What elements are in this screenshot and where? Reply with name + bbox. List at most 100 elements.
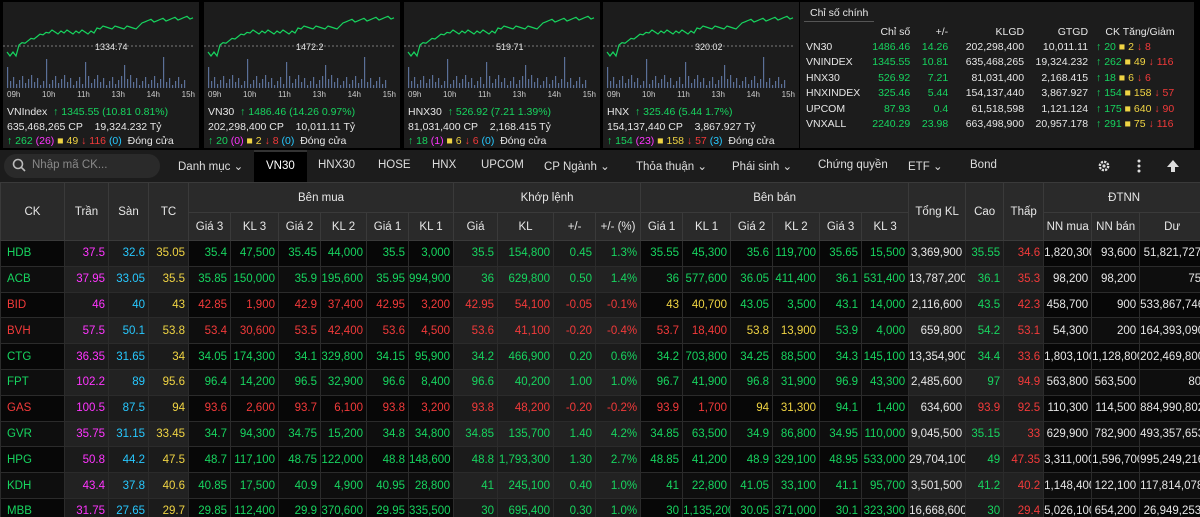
volume-bar (555, 76, 557, 88)
stock-symbol[interactable]: ACB (0, 265, 65, 293)
gear-icon[interactable] (1097, 159, 1111, 173)
cell: 40.9 (278, 472, 321, 499)
time-tick: 14h (547, 90, 561, 99)
arrow-up-icon[interactable] (1166, 159, 1180, 173)
volume-bar (31, 75, 33, 88)
volume-bar (444, 81, 446, 88)
tab-danh-muc[interactable]: Danh mục ⌄ (178, 159, 243, 173)
cell: 659,800 (908, 317, 967, 345)
stock-symbol[interactable]: MBB (0, 497, 65, 517)
stock-row[interactable]: HDB 37.5 32.6 35.05 35.4 47,500 35.45 44,000 35.… (0, 240, 1200, 267)
cell: -0.20 (553, 317, 597, 345)
cell: 43,300 (861, 368, 910, 396)
tab-etf[interactable]: ETF ⌄ (908, 159, 943, 173)
chart-hnx[interactable]: 320.02 09h 10h 11h 13h 14h 15h HNX ↑ 325.46 (5.… (603, 2, 799, 148)
summary-index-name: HNXINDEX (806, 87, 861, 100)
cell: 493,357,653 (1139, 420, 1200, 448)
search-box[interactable]: Nhập mã CK... (4, 154, 160, 178)
summary-row[interactable]: HNXINDEX 325.46 5.44 154,137,440 3,867.927 ↑ … (802, 86, 1192, 102)
cell: 35.55 (965, 240, 1005, 267)
chart-vn30[interactable]: 1472.2 09h 10h 11h 13h 14h 15h VN30 ↑ 1486.46 (… (204, 2, 400, 148)
stock-row[interactable]: FPT 102.2 89 95.6 96.4 14,200 96.5 32,900 96.6 8,… (0, 368, 1200, 396)
stock-row[interactable]: GAS 100.5 87.5 94 93.6 2,600 93.7 6,100 93.8 3,20… (0, 394, 1200, 422)
stock-symbol[interactable]: CTG (0, 343, 65, 370)
index-breadth-line: ↑ 262 (26) ■ 49 ↓ 116 (0) Đóng cửa (7, 135, 174, 147)
summary-row[interactable]: UPCOM 87.93 0.4 61,518,598 1,121.124 ↑ 175 ■ … (802, 101, 1192, 117)
stock-symbol[interactable]: FPT (0, 368, 65, 396)
tab-main-index[interactable]: Chỉ số chính (804, 4, 875, 22)
search-input[interactable]: Nhập mã CK... (32, 159, 107, 171)
reference-price: 29.7 (148, 497, 189, 517)
cell: 96.7 (640, 368, 684, 396)
volume-bar (667, 82, 669, 88)
stock-row[interactable]: HPG 50.8 44.2 47.5 48.7 117,100 48.75 122,000 48… (0, 446, 1200, 474)
tab-bond[interactable]: Bond (970, 159, 997, 171)
summary-row[interactable]: VNINDEX 1345.55 10.81 635,468,265 19,324.232… (802, 55, 1192, 71)
tab-thoa-thuan[interactable]: Thỏa thuận ⌄ (636, 159, 707, 173)
volume-bar (337, 78, 339, 88)
volume-bar (715, 84, 717, 88)
column-header: +/- (553, 212, 597, 241)
stock-symbol[interactable]: GAS (0, 394, 65, 422)
tab-phai-sinh[interactable]: Phái sinh ⌄ (732, 159, 792, 173)
tab-chung-quyen[interactable]: Chứng quyền (818, 159, 888, 171)
stock-row[interactable]: GVR 35.75 31.15 33.45 34.7 94,300 34.75 15,200 3… (0, 420, 1200, 448)
summary-index-name: VNINDEX (806, 56, 853, 69)
stock-row[interactable]: MBB 31.75 27.65 29.7 29.85 112,400 29.9 370,600… (0, 497, 1200, 517)
volume-bar (349, 84, 351, 88)
volume-bar (573, 85, 575, 88)
stock-symbol[interactable]: BID (0, 291, 65, 319)
chart-vnindex[interactable]: 1334.74 09h 10h 11h 13h 14h 15h VNIndex ↑ 1345.… (3, 2, 199, 148)
stock-row[interactable]: ACB 37.95 33.05 35.5 35.85 150,000 35.9 195,600… (0, 265, 1200, 293)
stock-symbol[interactable]: KDH (0, 472, 65, 499)
time-tick: 10h (642, 90, 656, 99)
index-name: HNX (607, 106, 630, 118)
summary-row[interactable]: VN30 1486.46 14.26 202,298,400 10,011.11 ↑ 20… (802, 39, 1192, 55)
stock-row[interactable]: CTG 36.35 31.65 34 34.05 174,300 34.1 329,800 34… (0, 343, 1200, 370)
volume-bar (682, 84, 684, 88)
cell: 4,900 (320, 472, 367, 499)
stock-symbol[interactable]: GVR (0, 420, 65, 448)
summary-row[interactable]: HNX30 526.92 7.21 81,031,400 2,168.415 ↑ 18 ■… (802, 70, 1192, 86)
stock-row[interactable]: BVH 57.5 50.1 53.8 53.4 30,600 53.5 42,400 53.6 4… (0, 317, 1200, 345)
volume-bar (154, 76, 156, 88)
time-tick: 13h (711, 90, 725, 99)
cell: 35.95 (366, 265, 409, 293)
tab-vn30[interactable]: VN30 (254, 150, 307, 182)
cell: 92.5 (1003, 394, 1045, 422)
stock-row[interactable]: KDH 43.4 37.8 40.6 40.85 17,500 40.9 4,900 40.95… (0, 472, 1200, 499)
volume-bar (175, 81, 177, 88)
index-breadth-line: ↑ 20 (0) ■ 2 ↓ 8 (0) Đóng cửa (208, 135, 346, 147)
tab-cp-nganh[interactable]: CP Ngành ⌄ (544, 159, 610, 173)
header-tong-kl[interactable]: Tổng KL (908, 182, 967, 241)
index-price: ↑ 1486.46 (14.26 0.97%) (240, 106, 356, 118)
column-header: Giá 1 (640, 212, 684, 241)
volume-bar (700, 82, 702, 88)
header-ck[interactable]: CK (0, 182, 65, 241)
ceiling-price: 35.75 (64, 420, 109, 448)
cell: 75 (1139, 265, 1200, 293)
stock-symbol[interactable]: HDB (0, 240, 65, 267)
summary-row[interactable]: VNXALL 2240.29 23.98 663,498,900 20,957.178 ↑… (802, 117, 1192, 133)
cell: 174,300 (230, 343, 279, 370)
cell: 40.85 (188, 472, 231, 499)
tab-hnx30[interactable]: HNX30 (318, 159, 355, 171)
more-icon[interactable] (1136, 159, 1142, 173)
volume-bar (289, 76, 291, 88)
volume-bar (745, 77, 747, 88)
volume-bar (124, 65, 126, 88)
time-tick: 13h (512, 90, 526, 99)
volume-bar (649, 84, 651, 88)
stock-symbol[interactable]: HPG (0, 446, 65, 474)
time-tick: 09h (607, 90, 621, 99)
volume-bar (301, 82, 303, 88)
tab-hnx[interactable]: HNX (432, 159, 456, 171)
volume-bar (703, 78, 705, 88)
tab-upcom[interactable]: UPCOM (481, 159, 524, 171)
tab-hose[interactable]: HOSE (378, 159, 411, 171)
stock-row[interactable]: BID 46 40 43 42.85 1,900 42.9 37,400 42.95 3,200 4… (0, 291, 1200, 319)
cell: 411,400 (772, 265, 821, 293)
stock-symbol[interactable]: BVH (0, 317, 65, 345)
index-volume-line: 202,298,400 CP 10,011.11 Tỷ (208, 121, 355, 133)
chart-hnx30[interactable]: 519.71 09h 10h 11h 13h 14h 15h HNX30 ↑ 526.92 (… (404, 2, 600, 148)
